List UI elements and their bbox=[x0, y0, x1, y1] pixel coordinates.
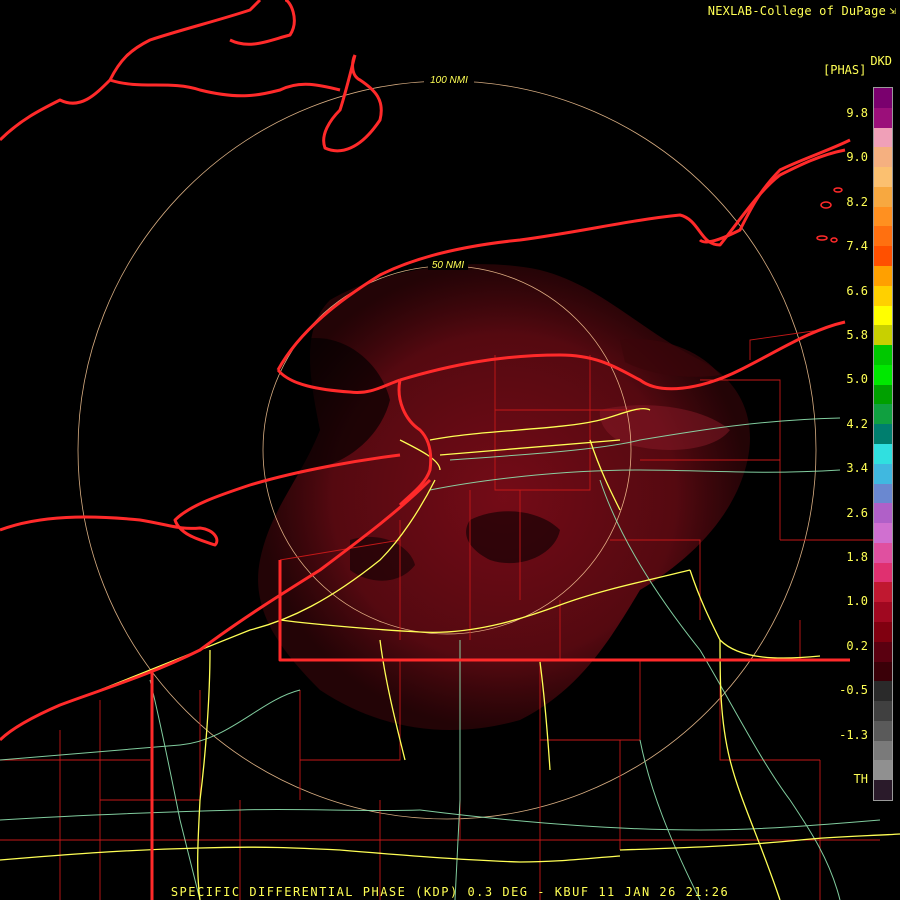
color-scale-tick-label: 3.4 bbox=[846, 461, 868, 476]
color-scale-swatch bbox=[874, 681, 892, 702]
color-scale-swatch bbox=[874, 147, 892, 168]
color-scale-tick-label: 2.6 bbox=[846, 505, 868, 520]
color-scale-swatch bbox=[874, 720, 892, 742]
color-scale-bar bbox=[873, 87, 893, 801]
color-scale-swatch bbox=[874, 701, 892, 722]
color-scale-swatch bbox=[874, 325, 892, 346]
legend-product: DKD bbox=[870, 54, 892, 68]
product-caption: SPECIFIC DIFFERENTIAL PHASE (KDP) 0.3 DE… bbox=[170, 885, 730, 899]
color-scale-swatch bbox=[874, 127, 892, 148]
legend-units: [PHAS] bbox=[823, 63, 867, 77]
color-scale-tick-label: 9.8 bbox=[846, 106, 868, 120]
color-scale-tick-label: 1.8 bbox=[846, 550, 868, 564]
color-scale-swatch bbox=[874, 740, 892, 761]
color-scale-swatch bbox=[874, 622, 892, 643]
color-scale-swatch bbox=[874, 760, 892, 781]
color-scale-swatch bbox=[874, 305, 892, 326]
color-scale-tick-label: 8.2 bbox=[846, 194, 868, 209]
color-scale-swatch bbox=[874, 582, 892, 603]
color-scale-swatch bbox=[874, 602, 892, 623]
color-scale-swatch bbox=[874, 503, 892, 524]
color-scale-tick-label: 0.2 bbox=[846, 638, 868, 653]
color-scale-swatch bbox=[874, 285, 892, 307]
color-scale-swatch bbox=[874, 364, 892, 386]
color-scale-tick-label: -1.3 bbox=[839, 727, 868, 742]
color-scale-swatch bbox=[874, 345, 892, 366]
color-scale-tick-label: 5.0 bbox=[846, 372, 868, 387]
color-scale-tick-label: TH bbox=[853, 772, 868, 786]
color-scale-swatch bbox=[874, 107, 892, 129]
color-scale-tick-label: 9.0 bbox=[846, 150, 868, 165]
color-scale-swatch bbox=[874, 167, 892, 188]
color-scale-swatch bbox=[874, 463, 892, 485]
color-scale-tick-label: 7.4 bbox=[846, 239, 868, 254]
color-scale-swatch bbox=[874, 444, 892, 465]
color-scale-swatch bbox=[874, 186, 892, 208]
color-scale-tick-label: 6.6 bbox=[846, 283, 868, 298]
credit-text: NEXLAB-College of DuPage bbox=[707, 4, 886, 18]
ring-label-100: 100 NMI bbox=[430, 75, 468, 86]
color-scale-tick-label: 4.2 bbox=[846, 416, 868, 431]
color-scale-swatch bbox=[874, 661, 892, 682]
color-scale-swatch bbox=[874, 88, 892, 109]
radar-map: 100 NMI 50 NMI bbox=[0, 0, 900, 900]
color-scale-swatch bbox=[874, 206, 892, 227]
color-scale-swatch bbox=[874, 424, 892, 445]
color-scale-swatch bbox=[874, 641, 892, 663]
color-scale-swatch bbox=[874, 483, 892, 504]
color-scale-swatch bbox=[874, 384, 892, 405]
color-scale-swatch bbox=[874, 562, 892, 583]
color-scale-tick-label: 5.8 bbox=[846, 328, 868, 342]
color-scale-swatch bbox=[874, 266, 892, 287]
color-scale-swatch bbox=[874, 226, 892, 247]
color-scale-swatch bbox=[874, 542, 892, 564]
external-link-icon[interactable]: ⇲ bbox=[889, 4, 896, 17]
color-scale-tick-label: 1.0 bbox=[846, 594, 868, 609]
color-scale-swatch bbox=[874, 246, 892, 267]
color-scale-swatch bbox=[874, 523, 892, 544]
color-scale-tick-label: -0.5 bbox=[839, 683, 868, 698]
color-scale-swatch bbox=[874, 404, 892, 425]
ring-label-50: 50 NMI bbox=[432, 260, 464, 271]
color-scale-swatch bbox=[874, 780, 892, 801]
